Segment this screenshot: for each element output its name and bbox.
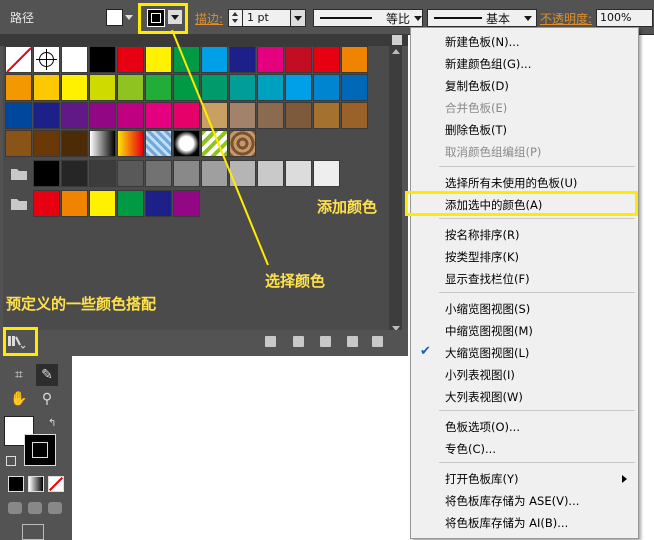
annotation-pointer-line xyxy=(171,29,269,266)
